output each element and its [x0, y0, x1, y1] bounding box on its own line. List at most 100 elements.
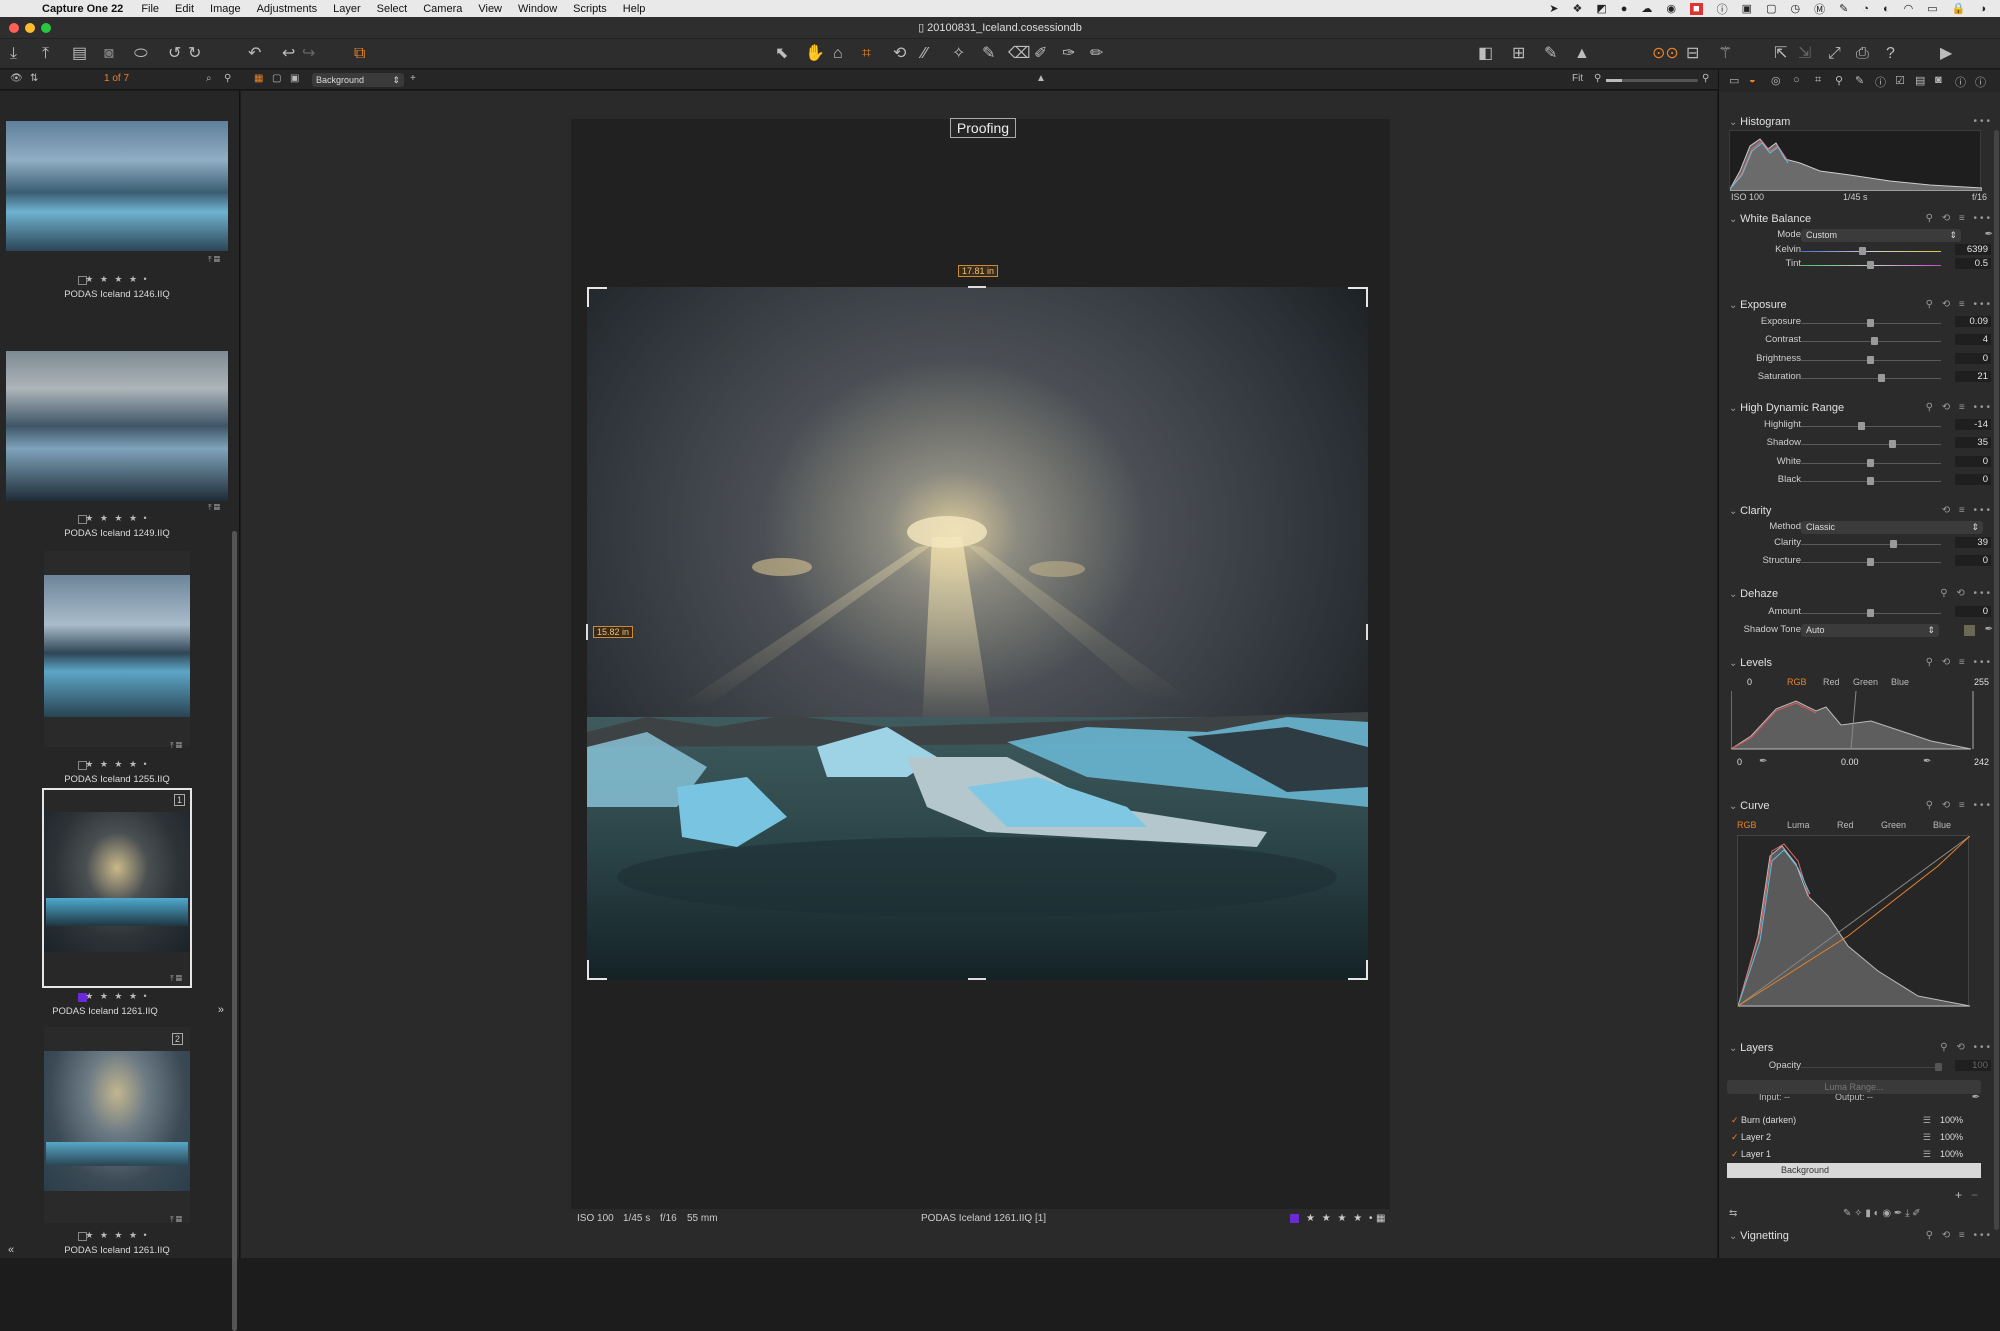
- details-tab-icon[interactable]: ⚲: [1835, 74, 1843, 87]
- section-menu-icon[interactable]: •••: [1973, 116, 1993, 127]
- viewer-info-icon[interactable]: ▦: [1376, 1213, 1385, 1224]
- curve-tab-blue[interactable]: Blue: [1933, 820, 1951, 830]
- viewer-color-tag[interactable]: [1290, 1214, 1299, 1223]
- crop-handle-right[interactable]: [1366, 624, 1368, 640]
- curve-tab-green[interactable]: Green: [1881, 820, 1906, 830]
- shadow-tone-swatch[interactable]: [1964, 625, 1975, 636]
- search-icon[interactable]: ⌕: [206, 73, 212, 84]
- zoom-level[interactable]: Fit: [1572, 73, 1583, 84]
- tutorial-icon[interactable]: ▶: [1940, 44, 1952, 64]
- sort-icon[interactable]: ⇅: [30, 73, 38, 84]
- output-tab-icon[interactable]: ☑: [1895, 74, 1905, 87]
- levels-tab-green[interactable]: Green: [1853, 677, 1878, 687]
- multi-view-icon[interactable]: ▣: [290, 73, 299, 84]
- levels-graph[interactable]: [1729, 690, 1981, 751]
- reset-icon[interactable]: ↶: [248, 44, 261, 64]
- menu-select[interactable]: Select: [369, 3, 416, 15]
- magic-wand-icon[interactable]: ⚚: [1718, 44, 1732, 64]
- thumbnail-image[interactable]: [6, 351, 228, 501]
- thumbnail-image[interactable]: [44, 1051, 190, 1191]
- select-tool-icon[interactable]: ⬉: [775, 44, 788, 64]
- location-icon[interactable]: ➤: [1549, 2, 1558, 15]
- batch-tab-icon[interactable]: ▤: [1915, 74, 1925, 87]
- menu-scripts[interactable]: Scripts: [565, 3, 615, 15]
- curve-tab-red[interactable]: Red: [1837, 820, 1854, 830]
- thumbnail[interactable]: 2 ⤒ ▦ ★ ★ ★ ★ • PODAS Iceland 1261.IIQ: [6, 1027, 228, 1257]
- layer-select[interactable]: Background ⇕: [312, 73, 404, 87]
- menu-layer[interactable]: Layer: [325, 3, 369, 15]
- curve-tab-luma[interactable]: Luma: [1787, 820, 1810, 830]
- export-icon[interactable]: ⤒: [42, 44, 49, 64]
- vignetting-title[interactable]: Vignetting: [1729, 1230, 1789, 1242]
- main-photo[interactable]: [587, 287, 1368, 980]
- section-tools-icon[interactable]: ⚲ ⟲ ≡ •••: [1926, 1230, 1993, 1241]
- layer-enabled-checkbox[interactable]: ✓: [1731, 1149, 1741, 1159]
- highlight-slider[interactable]: [1858, 422, 1865, 430]
- section-tools-icon[interactable]: ⚲ ⟲ ≡ •••: [1926, 213, 1993, 224]
- levels-output-low[interactable]: 0: [1737, 757, 1742, 767]
- levels-input-low[interactable]: 0: [1747, 677, 1752, 687]
- levels-input-high[interactable]: 255: [1974, 677, 1989, 687]
- adjustments-tab-icon[interactable]: ◒: [1749, 74, 1756, 86]
- zoom-slider[interactable]: [1606, 79, 1698, 82]
- section-tools-icon[interactable]: ⚲ ⟲ ≡ •••: [1926, 402, 1993, 413]
- keystone-icon[interactable]: ⁄⁄: [922, 44, 927, 64]
- brightness-slider[interactable]: [1867, 356, 1874, 364]
- m-icon[interactable]: Ⓜ: [1814, 1, 1825, 17]
- thumbnail[interactable]: ⤒ ▦ ★ ★ ★ ★ • PODAS Iceland 1249.IIQ: [6, 351, 228, 551]
- copy-adjustments-icon[interactable]: ⇱: [1774, 44, 1787, 64]
- section-tools-icon[interactable]: ⚲ ⟲ •••: [1940, 588, 1993, 599]
- contrast-slider[interactable]: [1871, 337, 1878, 345]
- thumbnail[interactable]: ⤒ ▦ ★ ★ ★ ★ • PODAS Iceland 1246.IIQ: [6, 121, 228, 311]
- menu-view[interactable]: View: [470, 3, 510, 15]
- rating-stars[interactable]: ★ ★ ★ ★ •: [6, 991, 228, 1002]
- thumbnail[interactable]: ⤒ ▦ ★ ★ ★ ★ • PODAS Iceland 1255.IIQ: [6, 551, 228, 785]
- section-tools-icon[interactable]: ⟲ ≡ •••: [1942, 505, 1993, 516]
- layer-row[interactable]: ✓ Layer 2 ☰ 100%: [1731, 1132, 1981, 1146]
- browser-scrollbar[interactable]: [232, 531, 237, 1331]
- redo-icon[interactable]: ↪: [302, 44, 315, 64]
- crop-handle-top[interactable]: [968, 286, 986, 288]
- filter-icon[interactable]: ⚲: [224, 73, 231, 84]
- kelvin-slider[interactable]: [1859, 247, 1866, 255]
- brush-tab-icon[interactable]: ✎: [1855, 74, 1864, 87]
- thumbnail-selected[interactable]: 1 ⤒ ▦ ★ ★ ★ ★ • PODAS Iceland 1261.IIQ »: [6, 788, 228, 1018]
- capture-tab-icon[interactable]: ◙: [1935, 74, 1942, 86]
- add-icon[interactable]: +: [410, 73, 416, 84]
- batch-icon[interactable]: ▤: [72, 44, 87, 64]
- luma-range-button[interactable]: Luma Range...: [1727, 1080, 1981, 1094]
- layer-enabled-checkbox[interactable]: ✓: [1731, 1132, 1741, 1142]
- straighten-icon[interactable]: ⟲: [893, 44, 906, 64]
- black-point-picker-icon[interactable]: ✒: [1759, 756, 1767, 767]
- levels-title[interactable]: Levels: [1729, 657, 1772, 669]
- section-tools-icon[interactable]: ⚲ ⟲ ≡ •••: [1926, 800, 1993, 811]
- calendar-icon[interactable]: ▢: [1766, 2, 1776, 15]
- info-icon[interactable]: ⓘ: [1717, 1, 1728, 17]
- viewer-rating-stars[interactable]: ★ ★ ★ ★ •: [1306, 1213, 1374, 1224]
- dehaze-title[interactable]: Dehaze: [1729, 588, 1778, 600]
- tint-slider[interactable]: [1867, 261, 1874, 269]
- eraser-icon[interactable]: ⌫: [1008, 44, 1031, 64]
- levels-midpoint[interactable]: 0.00: [1841, 757, 1859, 767]
- levels-tab-blue[interactable]: Blue: [1891, 677, 1909, 687]
- zoom-icon[interactable]: ⚲: [1594, 73, 1601, 84]
- white-slider[interactable]: [1867, 459, 1874, 467]
- crop-handle-bottom[interactable]: [968, 978, 986, 980]
- layer-options-icon[interactable]: ⇆: [1729, 1208, 1737, 1219]
- curve-graph[interactable]: [1737, 835, 1971, 1007]
- opacity-slider[interactable]: [1935, 1063, 1942, 1071]
- white-point-picker-icon[interactable]: ✒: [1923, 756, 1931, 767]
- crop-tool-icon[interactable]: ⌗: [862, 44, 871, 64]
- exposure-warning-icon[interactable]: ▲: [1574, 44, 1590, 64]
- cloud-icon[interactable]: ☁: [1641, 2, 1652, 15]
- clarity-slider[interactable]: [1890, 540, 1897, 548]
- copy-apply-icon[interactable]: ⧉: [354, 44, 365, 64]
- control-center-icon[interactable]: ◑: [1979, 3, 1986, 15]
- crop-camera-icon[interactable]: ⌂: [833, 44, 843, 64]
- spot-removal-icon[interactable]: ✧: [952, 44, 965, 64]
- app-red-icon[interactable]: ■: [1690, 2, 1703, 15]
- lock-icon[interactable]: 🔒: [1952, 2, 1966, 15]
- levels-tab-rgb[interactable]: RGB: [1787, 677, 1807, 687]
- layers-title[interactable]: Layers: [1729, 1042, 1773, 1054]
- viewer-layout-icon[interactable]: ◧: [1478, 44, 1493, 64]
